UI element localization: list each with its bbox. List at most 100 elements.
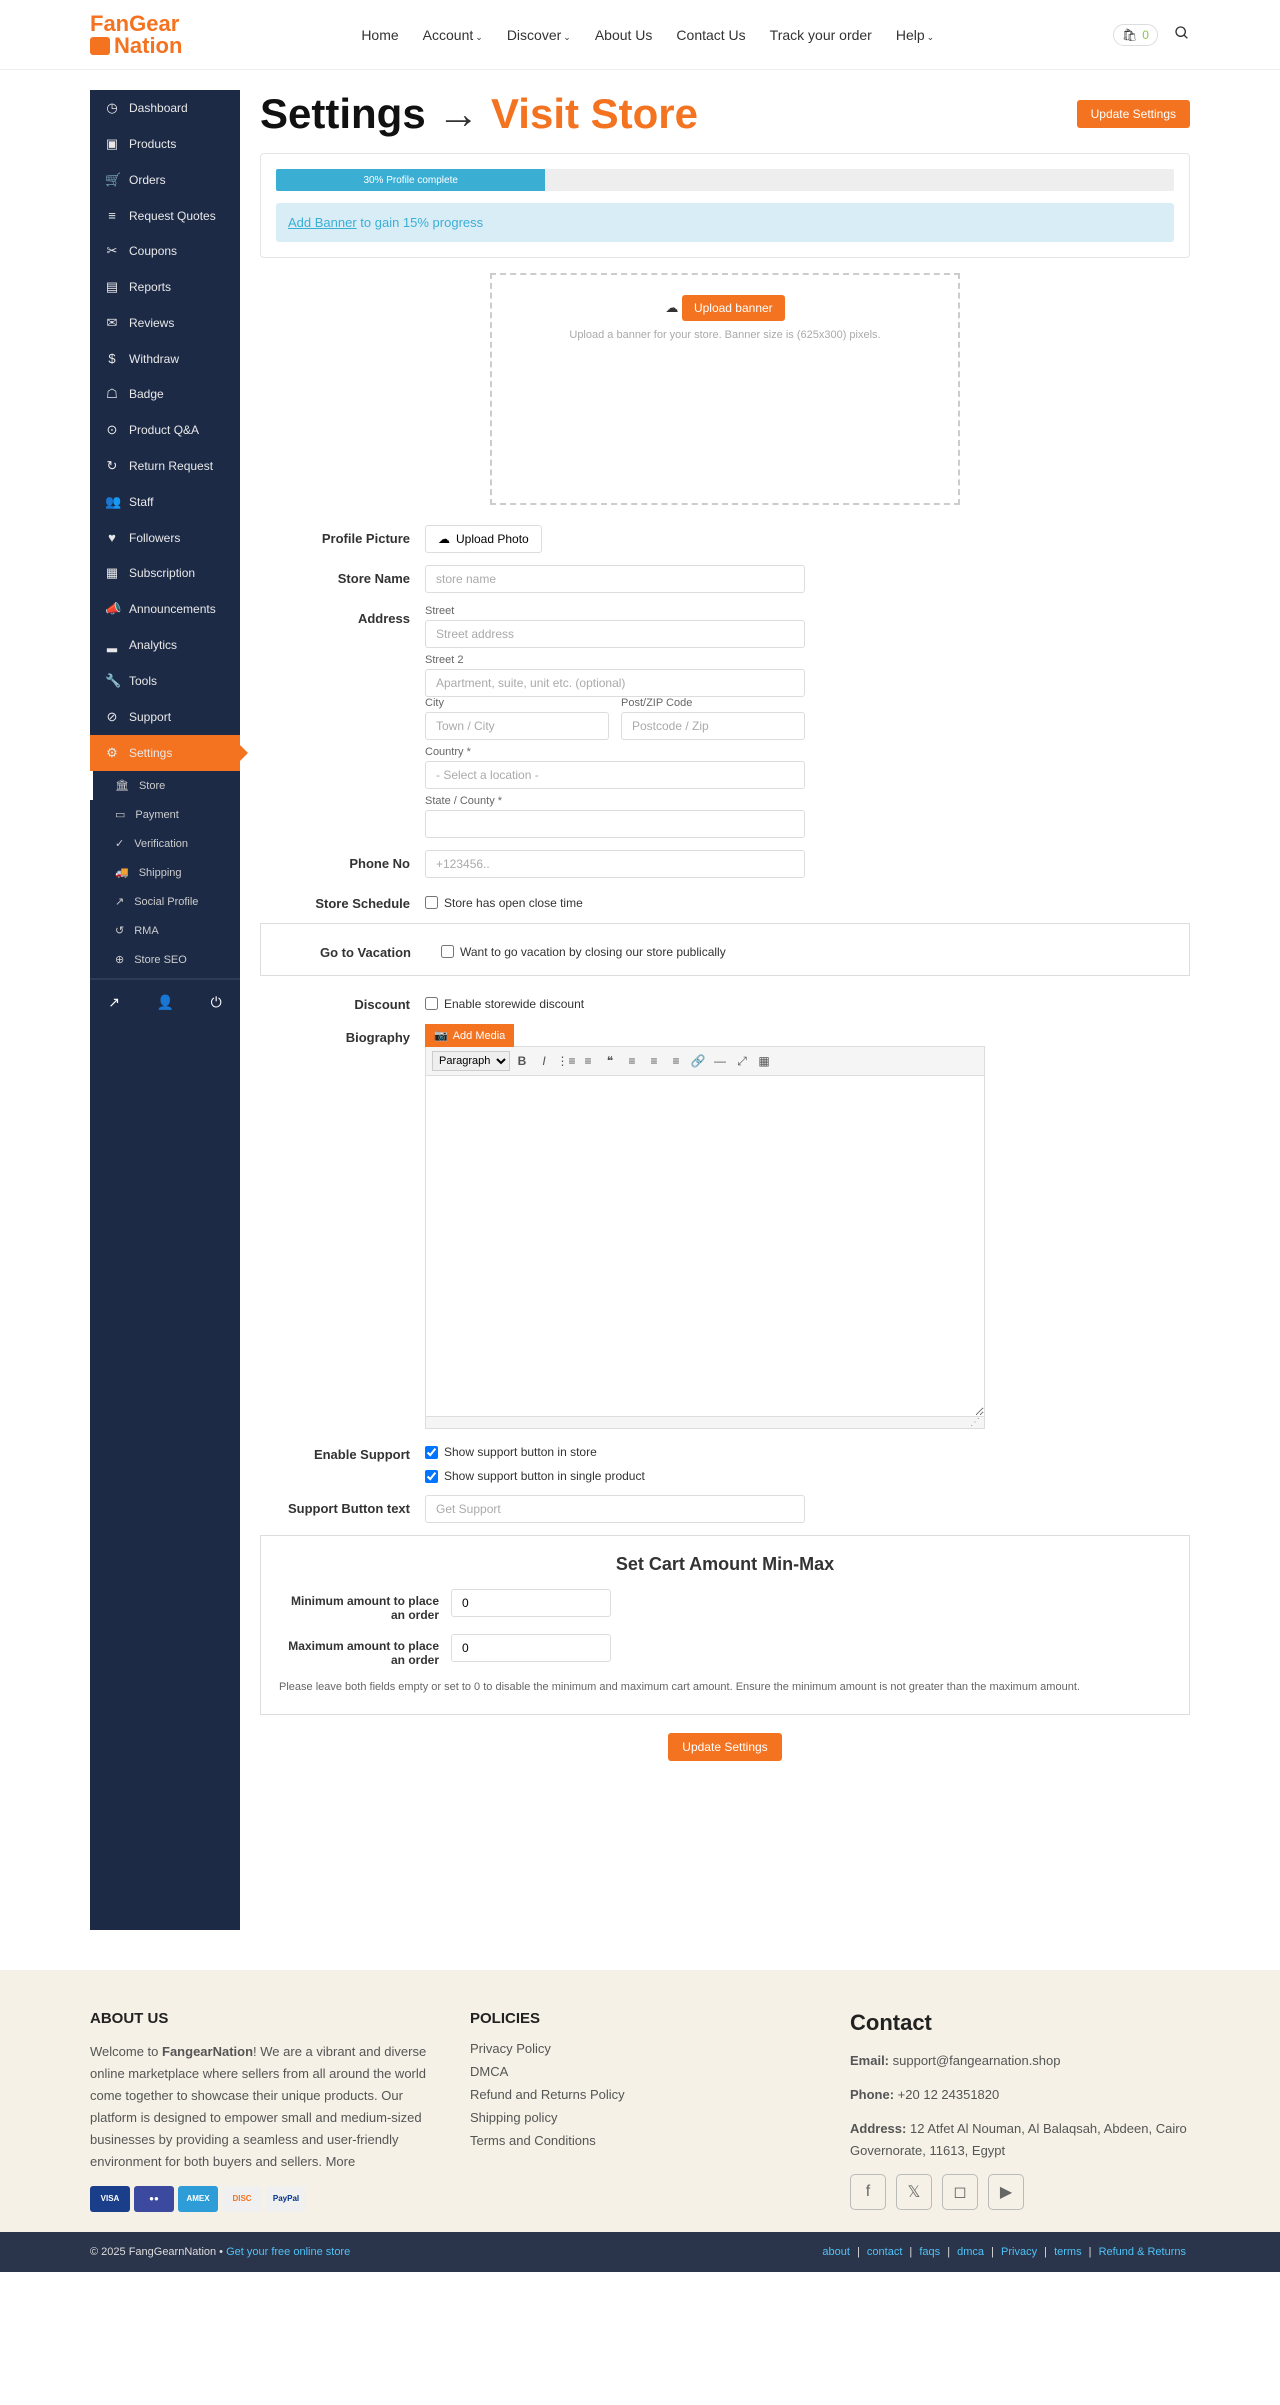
discount-checkbox[interactable]	[425, 997, 438, 1010]
visit-store-link[interactable]: Visit Store	[491, 90, 698, 137]
country-select[interactable]	[425, 761, 805, 789]
youtube-icon[interactable]: ▶	[988, 2174, 1024, 2210]
sidebar-sub-payment[interactable]: ▭Payment	[90, 800, 240, 829]
sidebar-sub-rma[interactable]: ↺RMA	[90, 916, 240, 945]
sidebar-staff[interactable]: 👥Staff	[90, 484, 240, 520]
logo[interactable]: FanGear Nation	[90, 13, 182, 57]
nav-track-your-order[interactable]: Track your order	[770, 27, 872, 43]
schedule-checkbox[interactable]	[425, 896, 438, 909]
biography-editor[interactable]	[426, 1076, 984, 1416]
policy-link[interactable]: DMCA	[470, 2064, 810, 2079]
sidebar-sub-store[interactable]: 🏛Store	[90, 771, 240, 800]
sidebar-subscription[interactable]: ▦Subscription	[90, 555, 240, 591]
upload-banner-button[interactable]: Upload banner	[682, 295, 785, 321]
add-banner-link[interactable]: Add Banner	[288, 215, 357, 230]
search-icon[interactable]	[1174, 25, 1190, 44]
footer-link[interactable]: terms	[1054, 2246, 1082, 2258]
nav-discover[interactable]: Discover⌄	[507, 27, 571, 43]
sidebar-settings[interactable]: ⚙Settings	[90, 735, 240, 771]
bold-icon[interactable]: B	[512, 1051, 532, 1071]
sidebar-sub-shipping[interactable]: 🚚Shipping	[90, 858, 240, 887]
state-input[interactable]	[425, 810, 805, 838]
twitter-icon[interactable]: 𝕏	[896, 2174, 932, 2210]
sidebar-dashboard[interactable]: ◷Dashboard	[90, 90, 240, 126]
number-list-icon[interactable]: ≡	[578, 1051, 598, 1071]
sidebar-badge[interactable]: ☖Badge	[90, 376, 240, 412]
footer-link[interactable]: dmca	[957, 2246, 984, 2258]
city-input[interactable]	[425, 712, 609, 740]
fullscreen-icon[interactable]: ⤢	[732, 1051, 752, 1071]
cart-button[interactable]: 🛍 0	[1113, 24, 1158, 46]
sidebar-support[interactable]: ⊘Support	[90, 699, 240, 735]
sidebar-sub-verification[interactable]: ✓Verification	[90, 829, 240, 858]
nav-home[interactable]: Home	[361, 27, 398, 43]
instagram-icon[interactable]: ◻	[942, 2174, 978, 2210]
footer-link[interactable]: contact	[867, 2246, 902, 2258]
sidebar-requestquotes[interactable]: ≡Request Quotes	[90, 198, 240, 233]
footer-link[interactable]: Privacy	[1001, 2246, 1037, 2258]
banner-upload-area[interactable]: ☁ Upload banner Upload a banner for your…	[490, 273, 960, 505]
bag-icon: 🛍	[1122, 28, 1137, 42]
sidebar-followers[interactable]: ♥Followers	[90, 520, 240, 555]
italic-icon[interactable]: I	[534, 1051, 554, 1071]
paragraph-select[interactable]: Paragraph	[432, 1051, 510, 1071]
sidebar-sub-storeseo[interactable]: ⊕Store SEO	[90, 945, 240, 974]
street2-input[interactable]	[425, 669, 805, 697]
update-settings-bottom[interactable]: Update Settings	[668, 1733, 781, 1761]
policy-link[interactable]: Terms and Conditions	[470, 2133, 810, 2148]
nav-contact-us[interactable]: Contact Us	[676, 27, 745, 43]
facebook-icon[interactable]: f	[850, 2174, 886, 2210]
sidebar-footer-icon[interactable]: ↗	[108, 994, 120, 1011]
toolbar-toggle-icon[interactable]: ▦	[754, 1051, 774, 1071]
support-store-checkbox[interactable]	[425, 1446, 438, 1459]
sidebar-products[interactable]: ▣Products	[90, 126, 240, 162]
align-left-icon[interactable]: ≡	[622, 1051, 642, 1071]
vacation-checkbox[interactable]	[441, 945, 454, 958]
link-icon[interactable]: 🔗	[688, 1051, 708, 1071]
sidebar-orders[interactable]: 🛒Orders	[90, 162, 240, 198]
support-product-checkbox[interactable]	[425, 1470, 438, 1483]
phone-input[interactable]	[425, 850, 805, 878]
unlink-icon[interactable]: —	[710, 1051, 730, 1071]
add-media-button[interactable]: 📷Add Media	[425, 1024, 514, 1047]
free-store-link[interactable]: Get your free online store	[226, 2246, 350, 2258]
footer-link[interactable]: Refund & Returns	[1099, 2246, 1186, 2258]
cloud-icon: ☁	[438, 532, 450, 546]
sidebar-analytics[interactable]: ▂Analytics	[90, 627, 240, 663]
sidebar-announcements[interactable]: 📣Announcements	[90, 591, 240, 627]
zip-input[interactable]	[621, 712, 805, 740]
sidebar-footer-icon[interactable]: 👤	[157, 994, 174, 1011]
nav-help[interactable]: Help⌄	[896, 27, 934, 43]
sidebar-reports[interactable]: ▤Reports	[90, 269, 240, 305]
nav-account[interactable]: Account⌄	[423, 27, 483, 43]
update-settings-top[interactable]: Update Settings	[1077, 100, 1190, 128]
quote-icon[interactable]: ❝	[600, 1051, 620, 1071]
sidebar-coupons[interactable]: ✂Coupons	[90, 233, 240, 269]
align-right-icon[interactable]: ≡	[666, 1051, 686, 1071]
sidebar-tools[interactable]: 🔧Tools	[90, 663, 240, 699]
sidebar-sub-socialprofile[interactable]: ↗Social Profile	[90, 887, 240, 916]
nav-about-us[interactable]: About Us	[595, 27, 653, 43]
max-amount-input[interactable]	[451, 1634, 611, 1662]
sidebar-reviews[interactable]: ✉Reviews	[90, 305, 240, 341]
street-input[interactable]	[425, 620, 805, 648]
policy-link[interactable]: Refund and Returns Policy	[470, 2087, 810, 2102]
policy-link[interactable]: Shipping policy	[470, 2110, 810, 2125]
sidebar-footer-icon[interactable]: ⏻	[211, 994, 222, 1011]
support-text-input[interactable]	[425, 1495, 805, 1523]
store-name-input[interactable]	[425, 565, 805, 593]
editor-resize[interactable]: ⋰	[426, 1416, 984, 1428]
sidebar-productqa[interactable]: ⊙Product Q&A	[90, 412, 240, 448]
upload-photo-button[interactable]: ☁Upload Photo	[425, 525, 542, 553]
cloud-icon: ☁	[665, 300, 678, 315]
page-title: Settings → Visit Store	[260, 90, 698, 138]
footer-link[interactable]: faqs	[919, 2246, 940, 2258]
align-center-icon[interactable]: ≡	[644, 1051, 664, 1071]
sidebar-returnrequest[interactable]: ↻Return Request	[90, 448, 240, 484]
bullet-list-icon[interactable]: ⋮≡	[556, 1051, 576, 1071]
footer-link[interactable]: about	[822, 2246, 850, 2258]
policy-link[interactable]: Privacy Policy	[470, 2041, 810, 2056]
sidebar-withdraw[interactable]: $Withdraw	[90, 341, 240, 376]
amex-icon: AMEX	[178, 2186, 218, 2212]
min-amount-input[interactable]	[451, 1589, 611, 1617]
